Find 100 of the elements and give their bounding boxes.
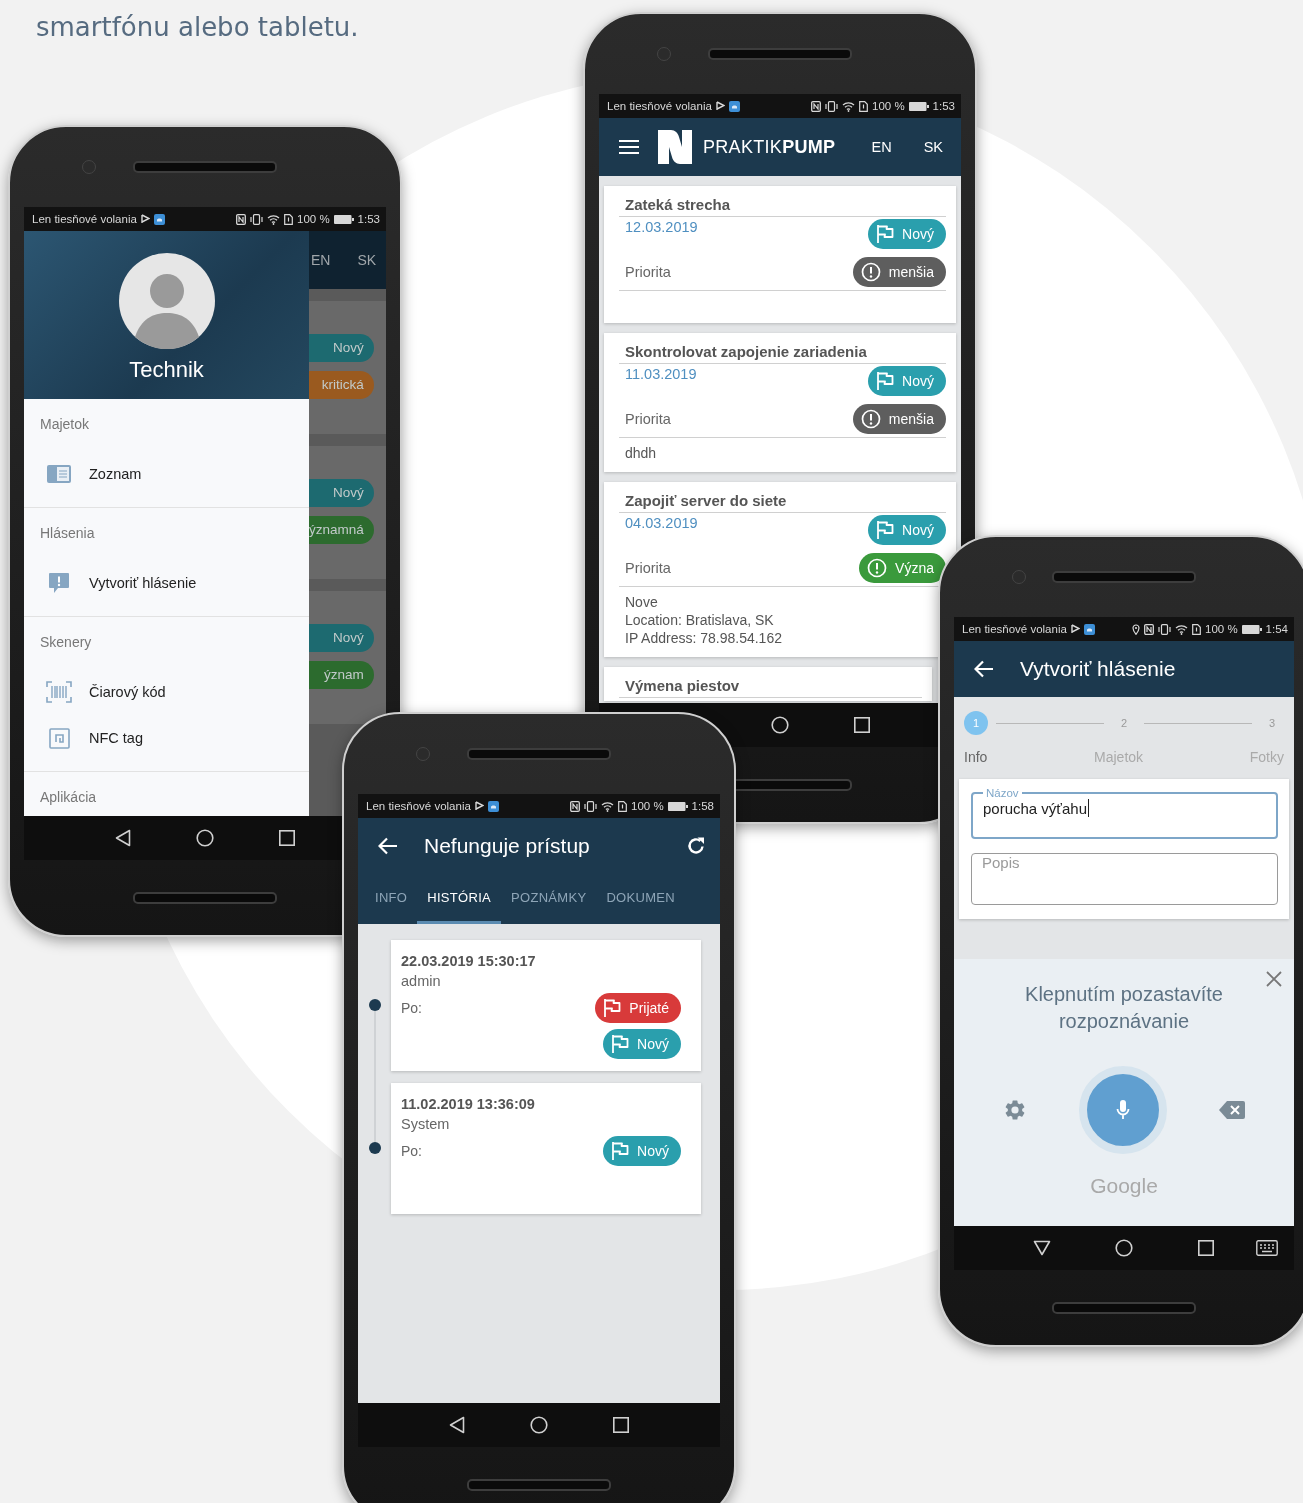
badge-label: menšia xyxy=(888,411,934,427)
tab[interactable]: POZNÁMKY xyxy=(501,874,597,924)
tab[interactable]: DOKUMEN xyxy=(596,874,685,924)
status-badge: Nový xyxy=(309,624,374,652)
battery-icon xyxy=(1241,624,1262,634)
task-note: Nove Location: Bratislava, SK IP Address: 78.98.54.162 xyxy=(624,593,783,647)
menu-item[interactable]: Vytvoriť hlásenie xyxy=(24,560,309,606)
task-card[interactable]: Skontrolovat zapojenie zariadenia 11.03.2019 Nový Priorita menšia dhdh xyxy=(604,333,956,472)
field-label: Po: xyxy=(401,1143,422,1161)
field-label: Po: xyxy=(401,1000,422,1018)
heading-text: smartfónu alebo tabletu. xyxy=(35,11,359,42)
home-icon[interactable] xyxy=(196,829,214,847)
language-option[interactable]: SK xyxy=(357,252,377,268)
section-title: Skenery xyxy=(39,633,93,652)
step-label: Info xyxy=(964,749,988,765)
tab[interactable]: HISTÓRIA xyxy=(417,874,502,924)
menu-item[interactable]: Zoznam xyxy=(24,451,309,497)
voice-prompt: Klepnutím pozastavíte rozpoznávanie xyxy=(1024,982,1224,1034)
step-label: Fotky xyxy=(1249,749,1284,765)
brand-name: PRAKTIKPUMP xyxy=(703,136,836,158)
status-time: 1:54 xyxy=(1265,623,1288,635)
sim-card-icon xyxy=(284,213,293,225)
close-icon[interactable] xyxy=(1266,971,1282,987)
priority-label: Priorita xyxy=(625,264,672,280)
wifi-icon xyxy=(842,100,855,112)
task-title: Výmena piestov xyxy=(619,675,922,698)
badge-label: Nový xyxy=(902,373,934,389)
down-triangle-icon[interactable] xyxy=(1033,1240,1051,1256)
battery-icon xyxy=(908,101,929,111)
step-number: 1 xyxy=(964,711,988,735)
vibrate-icon xyxy=(250,213,263,225)
badge-label: menšia xyxy=(888,264,934,280)
user-name: Technik xyxy=(129,357,204,383)
sim-card-icon xyxy=(1192,623,1201,635)
back-arrow-icon[interactable] xyxy=(378,837,398,855)
keyboard-icon[interactable] xyxy=(1256,1240,1278,1256)
text-field[interactable]: Názov porucha výťahu xyxy=(971,787,1278,839)
report-icon xyxy=(48,572,70,594)
badge-label: Prijaté xyxy=(629,1000,669,1016)
refresh-icon[interactable] xyxy=(686,836,706,856)
entry-time: 11.02.2019 13:36:09 xyxy=(401,1096,536,1112)
menu-item[interactable]: NFC tag xyxy=(24,715,309,761)
camera-lens xyxy=(1012,570,1026,584)
carrier-text: Len tiesňové volania xyxy=(962,623,1067,635)
nfc-icon xyxy=(236,213,246,225)
app-notification-icon xyxy=(153,213,165,225)
timeline-dot xyxy=(368,1142,381,1154)
status-badge: Nový xyxy=(309,479,374,507)
sim-card-icon xyxy=(618,800,627,812)
task-date: 04.03.2019 xyxy=(625,515,699,531)
task-card[interactable]: Výmena piestov xyxy=(604,667,932,701)
camera-lens xyxy=(82,160,96,174)
status-time: 1:58 xyxy=(691,800,714,812)
wifi-icon xyxy=(267,213,280,225)
task-card[interactable]: Zateká strecha 12.03.2019 Nový Priorita menšia xyxy=(604,186,956,323)
home-icon[interactable] xyxy=(771,716,789,734)
backspace-icon[interactable] xyxy=(1219,1101,1245,1119)
timeline-dot xyxy=(368,999,381,1011)
section-title: Hlásenia xyxy=(39,524,96,543)
carrier-text: Len tiesňové volania xyxy=(366,800,471,812)
list-icon xyxy=(47,465,71,483)
tab[interactable]: INFO xyxy=(365,874,418,924)
task-title: Zateká strecha xyxy=(619,194,946,217)
entry-user: admin xyxy=(401,973,442,989)
back-arrow-icon[interactable] xyxy=(974,660,994,678)
language-option[interactable]: EN xyxy=(871,139,892,155)
battery-percent: 100 % xyxy=(1205,623,1238,635)
vibrate-icon xyxy=(825,100,838,112)
carrier-text: Len tiesňové volania xyxy=(607,100,712,112)
home-icon[interactable] xyxy=(530,1416,548,1434)
battery-icon xyxy=(333,214,354,224)
camera-lens xyxy=(416,747,430,761)
badge-label: Nový xyxy=(902,226,934,242)
badge-label: Nový xyxy=(902,522,934,538)
language-option[interactable]: EN xyxy=(311,252,331,268)
screen-title: Vytvoriť hlásenie xyxy=(1020,657,1176,681)
nfc-tag-icon xyxy=(48,727,70,749)
recents-icon[interactable] xyxy=(1198,1240,1214,1256)
home-icon[interactable] xyxy=(1115,1239,1133,1257)
priority-label: Priorita xyxy=(625,560,672,576)
nfc-icon xyxy=(811,100,821,112)
recents-icon[interactable] xyxy=(613,1417,629,1433)
status-badge: ýznam xyxy=(309,661,374,689)
status-time: 1:53 xyxy=(932,100,955,112)
status-badge: ýznamná xyxy=(309,516,374,544)
back-icon[interactable] xyxy=(449,1416,465,1434)
back-icon[interactable] xyxy=(115,829,131,847)
recents-icon[interactable] xyxy=(854,717,870,733)
carrier-text: Len tiesňové volania xyxy=(32,213,137,225)
screen-title: Nefunguje prístup xyxy=(424,834,590,858)
language-option[interactable]: SK xyxy=(923,139,943,155)
menu-icon[interactable] xyxy=(619,139,639,155)
settings-icon[interactable] xyxy=(1003,1098,1027,1122)
recents-icon[interactable] xyxy=(279,830,295,846)
task-title: Skontrolovat zapojenie zariadenia xyxy=(619,341,946,364)
wifi-icon xyxy=(1175,623,1188,635)
menu-item[interactable]: Čiarový kód xyxy=(24,669,309,715)
status-badge: Nový xyxy=(309,334,374,362)
nfc-icon xyxy=(1144,623,1154,635)
task-card[interactable]: Zapojiť server do siete 04.03.2019 Nový Priorita Význa Nove Location: Bratislava, SK IP Address: 78.98.54.162 xyxy=(604,482,956,657)
